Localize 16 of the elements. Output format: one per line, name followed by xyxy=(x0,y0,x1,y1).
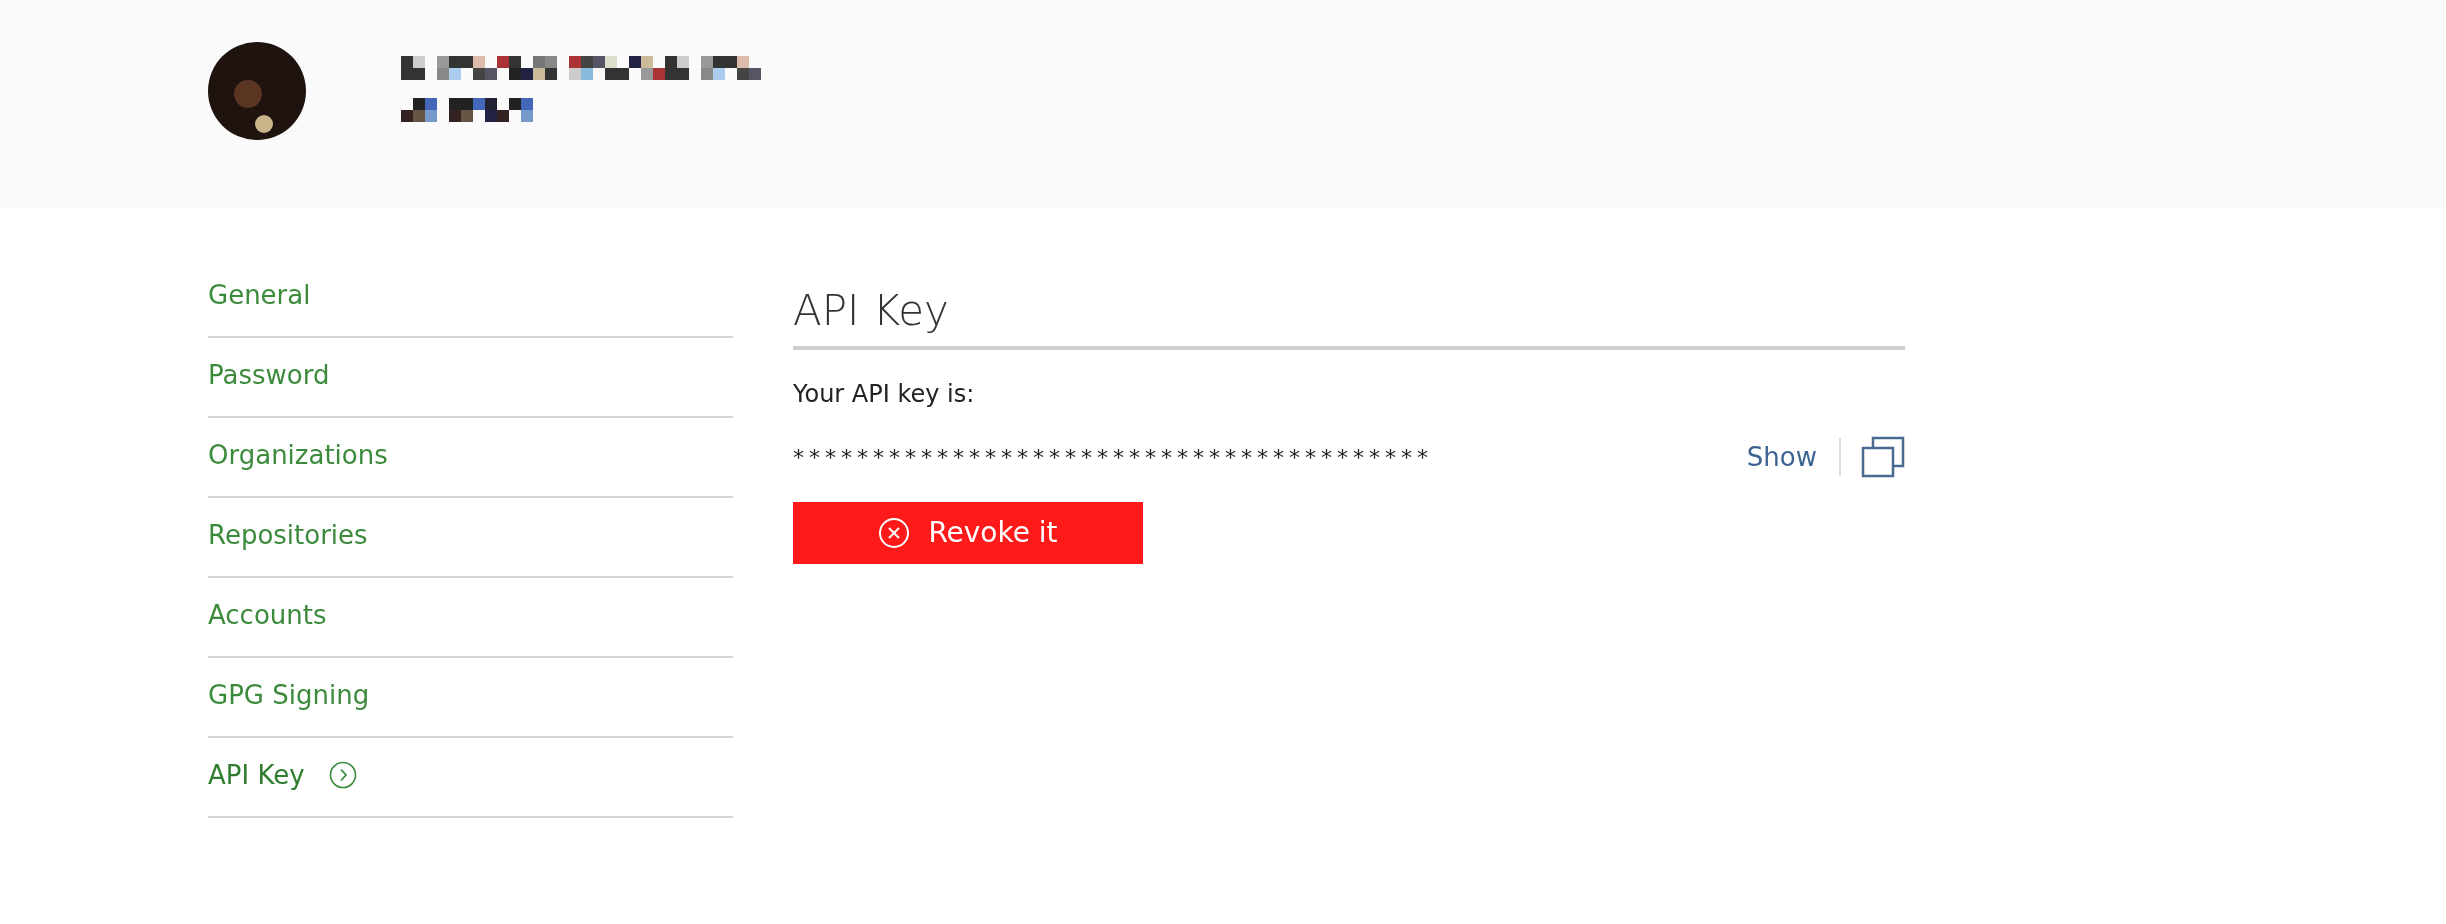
masked-api-key: **************************************** xyxy=(793,440,1433,474)
intro-text: Your API key is: xyxy=(793,379,975,410)
sidebar-item[interactable]: Password xyxy=(208,338,733,418)
sidebar-item[interactable]: GPG Signing xyxy=(208,658,733,738)
copy-button[interactable] xyxy=(1861,436,1905,478)
close-circle-icon xyxy=(878,517,911,549)
sidebar-item[interactable]: Organizations xyxy=(208,418,733,498)
section-title: API Key xyxy=(793,285,949,337)
sidebar-item[interactable]: General xyxy=(208,258,733,338)
chevron-circle-icon xyxy=(328,761,357,789)
show-link[interactable]: Show xyxy=(1746,437,1839,477)
sidebar-item[interactable]: API Key xyxy=(208,738,733,818)
copy-icon xyxy=(1861,436,1905,478)
sidebar-item[interactable]: Accounts xyxy=(208,578,733,658)
sidebar-item[interactable]: Repositories xyxy=(208,498,733,578)
revoke-button[interactable]: Revoke it xyxy=(793,502,1143,564)
